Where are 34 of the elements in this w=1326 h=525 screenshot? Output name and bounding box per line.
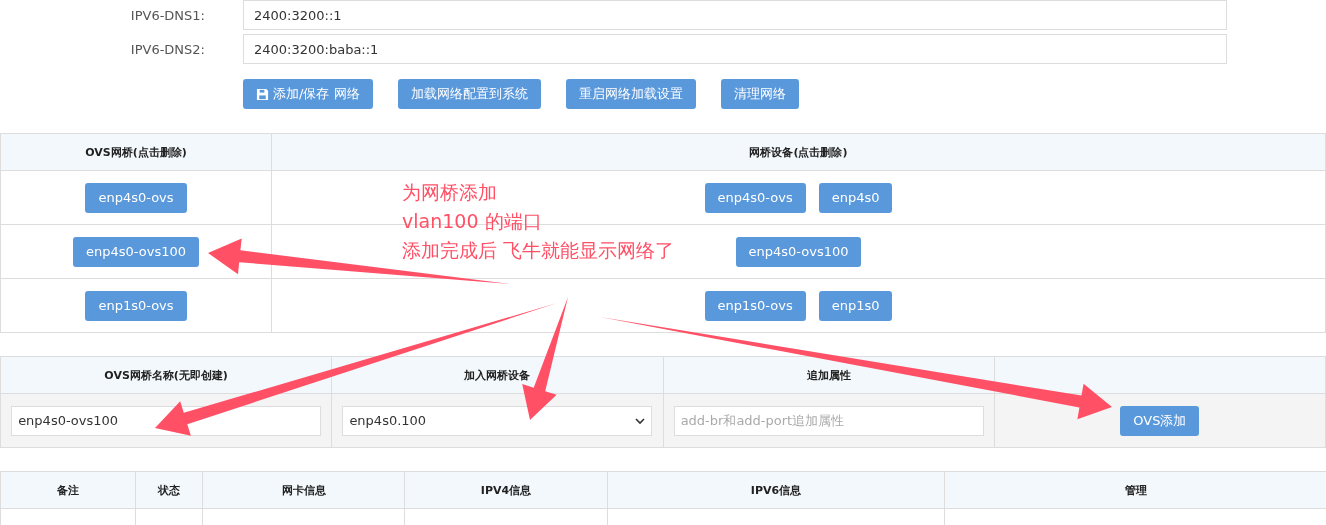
field-label: IPV6-DNS2: bbox=[129, 41, 206, 57]
save-icon bbox=[256, 87, 269, 101]
device-button[interactable]: enp1s0-ovs bbox=[704, 290, 806, 321]
column-header: 网桥设备(点击删除) bbox=[271, 133, 1326, 171]
column-header: OVS网桥名称(无即创建) bbox=[0, 356, 332, 394]
device-button[interactable]: enp4s0-ovs100 bbox=[735, 236, 862, 267]
bridge-button[interactable]: enp4s0-ovs bbox=[85, 182, 187, 213]
column-header: 管理 bbox=[944, 471, 1326, 509]
select-field[interactable]: enp4s0.100 bbox=[342, 405, 653, 436]
add-button[interactable]: OVS添加 bbox=[1120, 405, 1200, 436]
action-button[interactable]: 加载网络配置到系统 bbox=[397, 79, 541, 109]
action-button[interactable]: 重启网络加载设置 bbox=[565, 79, 696, 109]
input-field[interactable]: add-br和add-port追加属性 bbox=[673, 405, 984, 436]
column-header: 加入网桥设备 bbox=[331, 356, 663, 394]
bridge-button[interactable]: enp4s0-ovs100 bbox=[73, 236, 199, 267]
device-button[interactable]: enp4s0-ovs bbox=[704, 182, 806, 213]
column-header: OVS网桥(点击删除) bbox=[0, 133, 272, 171]
action-button[interactable]: 添加/保存 网络 bbox=[243, 79, 373, 109]
input-field[interactable]: 2400:3200::1 bbox=[243, 0, 1227, 30]
column-header: IPV6信息 bbox=[607, 471, 945, 509]
column-header: 状态 bbox=[135, 471, 203, 509]
annotation-text: 为网桥添加 bbox=[402, 180, 498, 205]
input-field[interactable]: 2400:3200:baba::1 bbox=[243, 34, 1227, 64]
chevron-down-icon bbox=[635, 416, 646, 425]
annotation-text: 添加完成后 飞牛就能显示网络了 bbox=[402, 238, 675, 263]
action-button[interactable]: 清理网络 bbox=[720, 79, 799, 109]
column-header: 网卡信息 bbox=[202, 471, 405, 509]
bridge-button[interactable]: enp1s0-ovs bbox=[85, 290, 187, 321]
column-header: 备注 bbox=[0, 471, 136, 509]
device-button[interactable]: enp1s0 bbox=[818, 290, 893, 321]
field-label: IPV6-DNS1: bbox=[129, 7, 206, 23]
device-button[interactable]: enp4s0 bbox=[818, 182, 893, 213]
annotation-text: vlan100 的端口 bbox=[402, 209, 543, 234]
column-header: IPV4信息 bbox=[404, 471, 608, 509]
